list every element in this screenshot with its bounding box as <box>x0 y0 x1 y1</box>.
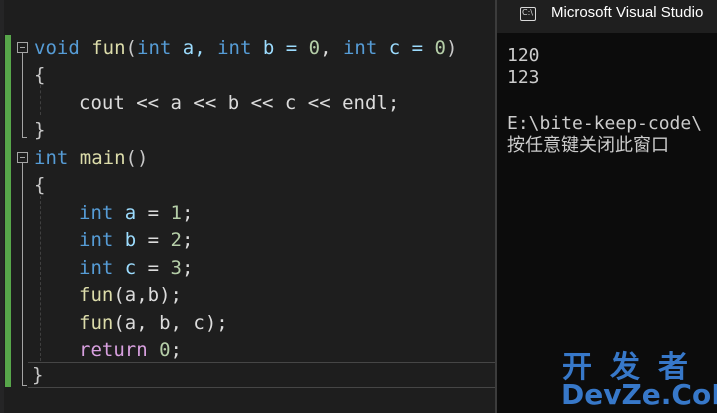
number: 0 <box>434 37 446 59</box>
console-tab[interactable]: C:\ Microsoft Visual Studio <box>497 0 717 33</box>
param: a, <box>171 37 218 59</box>
function-name: main <box>68 147 126 169</box>
indent-guide <box>40 85 41 115</box>
code-line-3[interactable]: cout << a << b << c << endl; <box>79 89 399 117</box>
code-line-13[interactable]: } <box>32 361 43 389</box>
keyword-control: return <box>79 339 148 361</box>
code-editor[interactable]: void fun(int a, int b = 0, int c = 0) { … <box>0 0 495 413</box>
brace: { <box>34 64 46 86</box>
punct: , <box>320 37 343 59</box>
function-call: fun <box>79 312 114 334</box>
root: void fun(int a, int b = 0, int c = 0) { … <box>0 0 717 413</box>
console-output-line: 120 <box>507 45 540 66</box>
punct: ; <box>182 229 194 251</box>
punct: ; <box>170 339 182 361</box>
operator: = <box>136 229 171 251</box>
brace: } <box>32 364 44 386</box>
paren: ) <box>445 37 458 59</box>
editor-gutter <box>0 0 4 413</box>
indent-guide <box>40 196 41 361</box>
identifier: b <box>113 229 137 251</box>
watermark-bottom: DevZe.CoM <box>561 378 717 411</box>
console-output-line: 按任意键关闭此窗口 <box>507 135 669 156</box>
identifier: c <box>113 257 137 279</box>
keyword: int <box>342 37 378 59</box>
call-args: (a, b, c); <box>113 312 228 334</box>
keyword: int <box>34 147 69 169</box>
number: 1 <box>170 202 182 224</box>
current-line-highlight <box>28 362 495 388</box>
code-line-7[interactable]: int a = 1; <box>79 199 193 227</box>
console-title: Microsoft Visual Studio <box>551 4 704 21</box>
keyword: int <box>79 229 114 251</box>
collapse-minus-icon[interactable] <box>17 42 28 53</box>
change-tracking-bar <box>5 35 11 387</box>
console-output-line: 123 <box>507 67 540 88</box>
code-line-6[interactable]: { <box>34 171 45 199</box>
fold-line <box>22 163 23 385</box>
keyword: int <box>217 37 252 59</box>
param: b = <box>251 37 309 59</box>
statement: cout << a << b << c << endl; <box>79 92 400 114</box>
code-line-9[interactable]: int c = 3; <box>79 254 193 282</box>
code-line-2[interactable]: { <box>34 61 45 89</box>
fold-end-tick <box>22 137 27 138</box>
number: 0 <box>159 339 171 361</box>
code-line-10[interactable]: fun(a,b); <box>79 281 182 309</box>
punct: ; <box>182 257 194 279</box>
operator: = <box>136 202 171 224</box>
punct: ; <box>182 202 194 224</box>
code-line-12[interactable]: return 0; <box>79 336 182 364</box>
code-line-8[interactable]: int b = 2; <box>79 226 193 254</box>
console-output-line: E:\bite-keep-code\ <box>507 113 703 134</box>
keyword: int <box>137 37 172 59</box>
brace: { <box>34 174 46 196</box>
number: 3 <box>170 257 182 279</box>
function-name: fun <box>91 37 126 59</box>
collapse-minus-icon[interactable] <box>17 152 28 163</box>
number: 0 <box>308 37 321 59</box>
keyword: int <box>79 257 114 279</box>
function-call: fun <box>79 284 114 306</box>
number: 2 <box>170 229 182 251</box>
code-line-11[interactable]: fun(a, b, c); <box>79 309 228 337</box>
fold-end-tick <box>22 385 27 386</box>
keyword: void <box>34 37 80 59</box>
brace: } <box>34 119 46 141</box>
param: c = <box>377 37 435 59</box>
keyword: int <box>79 202 114 224</box>
console-app-icon: C:\ <box>520 7 536 21</box>
code-line-5[interactable]: int main() <box>34 144 148 172</box>
operator: = <box>136 257 171 279</box>
identifier: a <box>113 202 137 224</box>
code-line-4[interactable]: } <box>34 116 45 144</box>
paren: ( <box>125 37 137 59</box>
fold-line <box>22 53 23 137</box>
call-args: (a,b); <box>113 284 182 306</box>
paren: () <box>125 147 149 169</box>
code-line-1[interactable]: void fun(int a, int b = 0, int c = 0) <box>34 34 457 62</box>
